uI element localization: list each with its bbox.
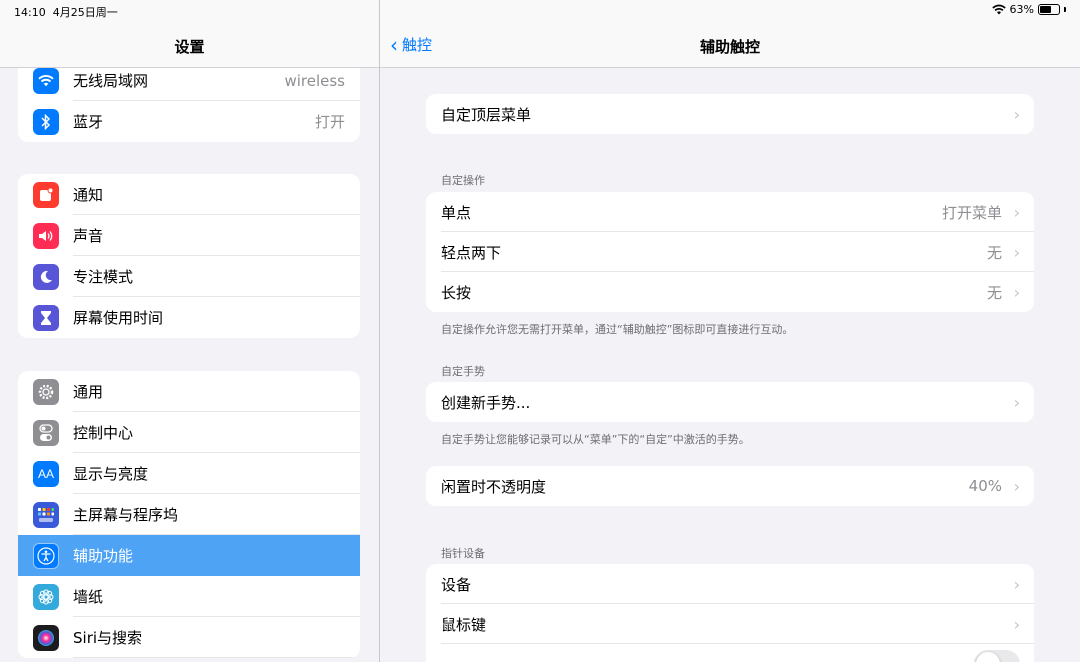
sidebar-item-label: 控制中心 (73, 424, 134, 442)
pointer-devices-header: 指针设备 (441, 547, 485, 560)
row-value: 40% (968, 477, 1002, 495)
devices-row[interactable]: 设备 › (426, 564, 1034, 604)
long-press-row[interactable]: 长按 无 › (426, 272, 1034, 312)
sidebar-item-value: 打开 (314, 113, 345, 131)
sidebar-item-label: 专注模式 (73, 268, 134, 286)
sidebar-item-screen-time[interactable]: 屏幕使用时间 (18, 297, 360, 338)
sidebar-group-connectivity: 无线局域网 wireless 蓝牙 打开 (18, 60, 360, 142)
custom-actions-header: 自定操作 (441, 174, 485, 187)
hourglass-icon (33, 304, 59, 331)
customize-top-menu-row[interactable]: 自定顶层菜单 › (426, 94, 1034, 134)
sidebar-item-label: 无线局域网 (73, 72, 149, 90)
accessibility-icon (33, 542, 59, 569)
top-menu-group: 自定顶层菜单 › (426, 94, 1034, 134)
sidebar-item-general[interactable]: 通用 (18, 371, 360, 412)
toggle-switch[interactable] (974, 650, 1020, 662)
sidebar-item-sounds[interactable]: 声音 (18, 215, 360, 256)
sidebar-item-label: 墙纸 (73, 588, 104, 606)
create-gesture-row[interactable]: 创建新手势... › (426, 382, 1034, 422)
sidebar-item-label: Siri与搜索 (73, 629, 143, 647)
sidebar-item-home-screen[interactable]: 主屏幕与程序坞 (18, 494, 360, 535)
battery-icon (1038, 4, 1060, 15)
sidebar-item-label: 辅助功能 (73, 547, 134, 565)
sidebar-item-display[interactable]: AA 显示与亮度 (18, 453, 360, 494)
sidebar-item-label: 主屏幕与程序坞 (73, 506, 179, 524)
sidebar-item-label: 通知 (73, 186, 104, 204)
sidebar-item-notifications[interactable]: 通知 (18, 174, 360, 215)
row-value: 无 (986, 243, 1002, 262)
idle-opacity-row[interactable]: 闲置时不透明度 40% › (426, 466, 1034, 506)
sidebar-item-label: 通用 (73, 383, 104, 401)
sidebar-item-label: 声音 (73, 227, 104, 245)
chevron-right-icon: › (1013, 574, 1020, 594)
row-value: 打开菜单 (941, 203, 1002, 222)
gear-icon (33, 378, 59, 405)
sidebar-item-value: wireless (284, 71, 345, 90)
settings-sidebar: 设置 无线局域网 wireless 蓝牙 打开 通知 声音 专注模式 屏幕使用时… (0, 0, 379, 662)
wifi-status-icon (991, 4, 1006, 15)
sidebar-item-label: 显示与亮度 (73, 465, 149, 483)
row-label: 创建新手势... (441, 393, 531, 412)
chevron-right-icon: › (1013, 242, 1020, 262)
sidebar-item-accessibility[interactable]: 辅助功能 (18, 535, 360, 576)
page-title: 辅助触控 (699, 38, 760, 56)
custom-actions-group: 单点 打开菜单 › 轻点两下 无 › 长按 无 › (426, 192, 1034, 312)
row-value: 无 (986, 283, 1002, 302)
battery-percent: 63% (1009, 3, 1034, 16)
sidebar-item-label: 屏幕使用时间 (73, 309, 164, 327)
double-tap-row[interactable]: 轻点两下 无 › (426, 232, 1034, 272)
row-label: 长按 (441, 283, 472, 302)
pointer-devices-group: 设备 › 鼠标键 › (426, 564, 1034, 662)
status-right: 63% (991, 3, 1066, 16)
aa-icon: AA (33, 460, 59, 487)
sidebar-item-control-center[interactable]: 控制中心 (18, 412, 360, 453)
wifi-icon (33, 67, 59, 94)
chevron-right-icon: › (1013, 282, 1020, 302)
notification-icon (33, 181, 59, 208)
row-label: 轻点两下 (441, 243, 502, 262)
flower-icon (33, 583, 59, 610)
row-label: 自定顶层菜单 (441, 105, 532, 124)
split-divider (379, 0, 380, 662)
mouse-keys-row[interactable]: 鼠标键 › (426, 604, 1034, 644)
moon-icon (33, 263, 59, 290)
toggles-icon (33, 419, 59, 446)
idle-opacity-group: 闲置时不透明度 40% › (426, 466, 1034, 506)
custom-actions-footer: 自定操作允许您无需打开菜单，通过“辅助触控”图标即可直接进行互动。 (441, 323, 794, 336)
sound-icon (33, 222, 59, 249)
partial-row[interactable] (426, 644, 1034, 662)
row-label: 鼠标键 (441, 615, 487, 634)
status-time: 14:10 4月25日周一 (14, 6, 118, 19)
sidebar-item-bluetooth[interactable]: 蓝牙 打开 (18, 101, 360, 142)
chevron-right-icon: › (1013, 392, 1020, 412)
grid-icon (33, 501, 59, 528)
sidebar-item-label: 蓝牙 (73, 113, 104, 131)
bluetooth-icon (33, 108, 59, 135)
custom-gestures-group: 创建新手势... › (426, 382, 1034, 422)
single-tap-row[interactable]: 单点 打开菜单 › (426, 192, 1034, 232)
chevron-right-icon: › (1013, 104, 1020, 124)
sidebar-item-focus[interactable]: 专注模式 (18, 256, 360, 297)
sidebar-title: 设置 (174, 38, 205, 56)
sidebar-item-wallpaper[interactable]: 墙纸 (18, 576, 360, 617)
status-bar: 14:10 4月25日周一 63% (0, 0, 1080, 22)
sidebar-group-notifications: 通知 声音 专注模式 屏幕使用时间 (18, 174, 360, 338)
row-label: 闲置时不透明度 (441, 477, 547, 496)
row-label: 设备 (441, 575, 472, 594)
custom-gestures-footer: 自定手势让您能够记录可以从“菜单”下的“自定”中激活的手势。 (441, 433, 750, 446)
sidebar-item-siri[interactable]: Siri与搜索 (18, 617, 360, 658)
custom-gestures-header: 自定手势 (441, 365, 485, 378)
chevron-right-icon: › (1013, 202, 1020, 222)
chevron-right-icon: › (1013, 476, 1020, 496)
row-label: 单点 (441, 203, 472, 222)
chevron-right-icon: › (1013, 614, 1020, 634)
detail-pane: ‹ 触控 辅助触控 自定顶层菜单 › 自定操作 单点 打开菜单 › 轻点两下 无… (380, 0, 1080, 662)
sidebar-group-general: 通用 控制中心 AA 显示与亮度 主屏幕与程序坞 辅助功能 墙纸 Siri与搜索 (18, 371, 360, 658)
siri-icon (33, 624, 59, 651)
